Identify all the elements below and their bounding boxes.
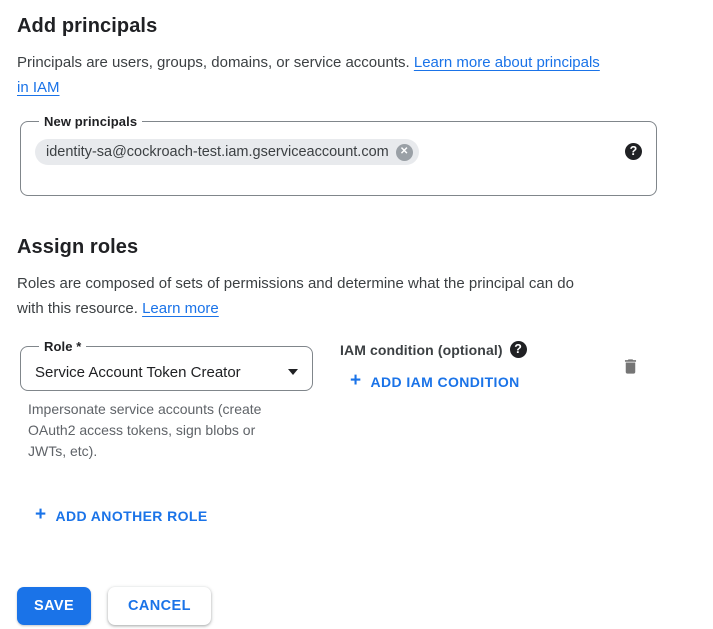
trash-icon: [621, 364, 640, 379]
assign-roles-title: Assign roles: [17, 236, 696, 259]
add-iam-condition-label: ADD IAM CONDITION: [371, 374, 520, 390]
new-principals-field[interactable]: New principals identity-sa@cockroach-tes…: [20, 114, 657, 196]
principals-description-text: Principals are users, groups, domains, o…: [17, 54, 410, 71]
iam-condition-column: IAM condition (optional) ? + ADD IAM CON…: [340, 339, 528, 395]
plus-icon: +: [35, 505, 47, 524]
principal-chip: identity-sa@cockroach-test.iam.gservicea…: [35, 139, 419, 165]
principals-help-icon[interactable]: ?: [625, 143, 642, 160]
new-principals-input-area[interactable]: identity-sa@cockroach-test.iam.gservicea…: [35, 129, 642, 195]
remove-principal-icon[interactable]: ✕: [396, 144, 413, 161]
add-another-role-button[interactable]: + ADD ANOTHER ROLE: [27, 502, 216, 529]
role-binding-row: Role * Service Account Token Creator Imp…: [17, 339, 696, 462]
learn-more-principals-link-line2: in IAM: [17, 79, 60, 96]
dialog-actions: SAVE CANCEL: [17, 587, 696, 625]
learn-more-principals-link-line1: Learn more about principals: [414, 54, 600, 71]
role-selected-value: Service Account Token Creator: [35, 364, 241, 381]
principals-description: Principals are users, groups, domains, o…: [17, 50, 677, 100]
iam-condition-help-icon[interactable]: ?: [510, 341, 527, 358]
role-column: Role * Service Account Token Creator Imp…: [20, 339, 316, 462]
cancel-button[interactable]: CANCEL: [108, 587, 211, 625]
add-principals-title: Add principals: [17, 0, 696, 38]
roles-description-line1: Roles are composed of sets of permission…: [17, 275, 574, 292]
role-select-value-row[interactable]: Service Account Token Creator: [35, 354, 298, 390]
chevron-down-icon: [288, 369, 298, 375]
add-iam-condition-button[interactable]: + ADD IAM CONDITION: [342, 368, 528, 395]
roles-description: Roles are composed of sets of permission…: [17, 271, 677, 321]
principal-chip-text: identity-sa@cockroach-test.iam.gservicea…: [46, 144, 389, 160]
save-button[interactable]: SAVE: [17, 587, 91, 625]
new-principals-label: New principals: [39, 114, 142, 129]
iam-condition-label: IAM condition (optional): [340, 342, 503, 358]
add-another-role-label: ADD ANOTHER ROLE: [56, 508, 208, 524]
add-principals-panel: Add principals Principals are users, gro…: [0, 0, 713, 625]
role-select[interactable]: Role * Service Account Token Creator: [20, 339, 313, 391]
plus-icon: +: [350, 371, 362, 390]
learn-more-roles-link[interactable]: Learn more: [142, 300, 219, 317]
role-helper-text: Impersonate service accounts (create OAu…: [28, 399, 290, 462]
iam-condition-label-row: IAM condition (optional) ?: [340, 341, 528, 358]
delete-role-button[interactable]: [617, 353, 644, 380]
role-label: Role *: [39, 339, 86, 354]
roles-description-line2: with this resource.: [17, 300, 138, 317]
